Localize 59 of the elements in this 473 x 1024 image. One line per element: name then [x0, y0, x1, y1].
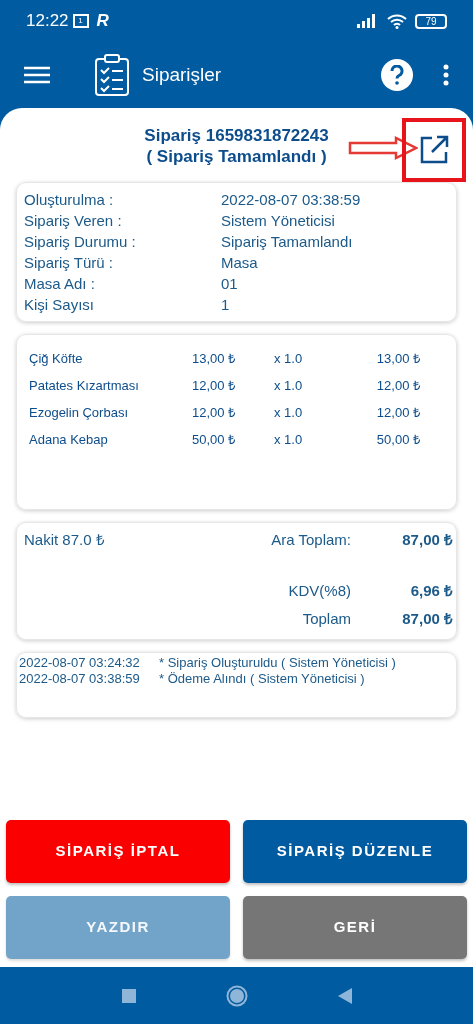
- item-name: Çiğ Köfte: [29, 349, 84, 368]
- item-quantity: x 1.0: [274, 376, 304, 395]
- detail-label: Sipariş Durumu :: [24, 232, 137, 252]
- log-message: * Ödeme Alındı ( Sistem Yöneticisi ): [159, 671, 366, 687]
- detail-label: Kişi Sayısı: [24, 295, 96, 315]
- app-bar-title: Siparişler: [142, 62, 222, 87]
- external-link-icon[interactable]: [418, 134, 450, 166]
- item-total: 50,00 ₺: [375, 430, 420, 449]
- detail-value: Masa: [221, 253, 258, 273]
- detail-value: 01: [221, 274, 238, 294]
- log-time: 2022-08-07 03:24:32: [19, 655, 141, 671]
- item-price: 12,00 ₺: [192, 376, 237, 395]
- item-quantity: x 1.0: [274, 349, 304, 368]
- detail-value: 1: [221, 295, 230, 315]
- tax-label: KDV(%8): [288, 580, 351, 601]
- action-button[interactable]: SİPARİŞ İPTAL: [6, 820, 230, 883]
- action-button[interactable]: SİPARİŞ DÜZENLE: [243, 820, 467, 883]
- subtotal-label: Ara Toplam:: [271, 530, 351, 550]
- total-label: Toplam: [302, 608, 351, 629]
- more-icon[interactable]: [443, 64, 449, 86]
- log-message: * Sipariş Oluşturuldu ( Sistem Yöneticisi ): [159, 655, 397, 671]
- order-status: ( Sipariş Tamamlandı ): [146, 146, 327, 167]
- clipboard-icon: [94, 53, 130, 97]
- total-value: 87,00 ₺: [401, 608, 453, 629]
- item-name: Adana Kebap: [29, 430, 109, 449]
- battery-icon: 79: [415, 13, 447, 29]
- item-name: Ezogelin Çorbası: [29, 403, 129, 422]
- item-price: 13,00 ₺: [192, 349, 237, 368]
- menu-icon[interactable]: [24, 66, 50, 84]
- detail-value: Sistem Yöneticisi: [221, 211, 335, 231]
- item-quantity: x 1.0: [274, 403, 304, 422]
- tax-value: 6,96 ₺: [409, 580, 453, 601]
- app-logo-letter: R: [96, 10, 109, 33]
- wifi-icon: [387, 13, 407, 29]
- subtotal-value: 87,00 ₺: [401, 530, 453, 550]
- order-title: Sipariş 1659831872243: [144, 125, 329, 146]
- log-time: 2022-08-07 03:38:59: [19, 671, 141, 687]
- arrow-icon: [348, 136, 418, 160]
- detail-label: Masa Adı :: [24, 274, 96, 294]
- item-price: 50,00 ₺: [192, 430, 237, 449]
- recents-icon[interactable]: [121, 988, 136, 1003]
- detail-label: Sipariş Veren :: [24, 211, 123, 231]
- home-icon[interactable]: [225, 984, 248, 1007]
- item-total: 13,00 ₺: [375, 349, 420, 368]
- item-quantity: x 1.0: [274, 430, 304, 449]
- detail-label: Sipariş Türü :: [24, 253, 114, 273]
- item-total: 12,00 ₺: [375, 403, 420, 422]
- clock: 12:22: [26, 10, 69, 33]
- detail-value: 2022-08-07 03:38:59: [221, 190, 361, 210]
- back-icon[interactable]: [337, 987, 352, 1004]
- help-icon[interactable]: [381, 59, 413, 91]
- payment-method: Nakit 87.0 ₺: [24, 530, 106, 550]
- action-button[interactable]: GERİ: [243, 896, 467, 959]
- calendar-icon: 1: [72, 14, 89, 28]
- detail-value: Sipariş Tamamlandı: [221, 232, 353, 252]
- item-price: 12,00 ₺: [192, 403, 237, 422]
- item-total: 12,00 ₺: [375, 376, 420, 395]
- detail-label: Oluşturulma :: [24, 190, 115, 210]
- item-name: Patates Kızartması: [29, 376, 140, 395]
